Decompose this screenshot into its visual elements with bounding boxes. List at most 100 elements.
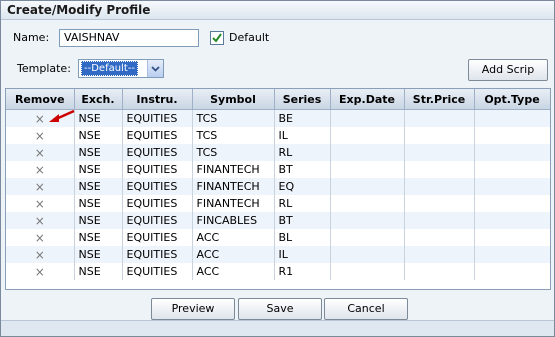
cell-instru: EQUITIES [122, 144, 193, 161]
col-header-series[interactable]: Series [274, 89, 331, 110]
table-row[interactable]: × NSE EQUITIES TCS IL [6, 127, 550, 144]
cell-symbol: TCS [192, 127, 275, 144]
name-row: Name: Default [13, 29, 553, 49]
cell-instru: EQUITIES [122, 263, 193, 280]
save-button[interactable]: Save [238, 298, 322, 320]
cell-symbol: TCS [192, 109, 275, 127]
cell-exch: NSE [74, 212, 123, 229]
cell-exch: NSE [74, 246, 123, 263]
cell-exp-date [330, 178, 405, 195]
cell-opt-type [474, 263, 550, 280]
cell-instru: EQUITIES [122, 212, 193, 229]
cell-exch: NSE [74, 195, 123, 212]
cell-str-price [404, 212, 475, 229]
cell-series: R1 [274, 263, 331, 280]
cell-instru: EQUITIES [122, 229, 193, 246]
cell-str-price [404, 109, 475, 127]
cell-series: BT [274, 161, 331, 178]
cell-str-price [404, 144, 475, 161]
cell-opt-type [474, 246, 550, 263]
checkmark-icon [212, 33, 222, 43]
template-select[interactable]: --Default-- [78, 59, 164, 78]
table-row[interactable]: × NSE EQUITIES ACC R1 [6, 263, 550, 280]
cell-str-price [404, 195, 475, 212]
cell-exp-date [330, 263, 405, 280]
cell-exp-date [330, 109, 405, 127]
scrip-grid: Remove Exch. Instru. Symbol Series Exp.D… [5, 88, 551, 290]
cell-series: RL [274, 144, 331, 161]
col-header-exp-date[interactable]: Exp.Date [330, 89, 405, 110]
name-label: Name: [13, 31, 50, 44]
cell-symbol: FINANTECH [192, 195, 275, 212]
cell-symbol: FINCABLES [192, 212, 275, 229]
col-header-str-price[interactable]: Str.Price [404, 89, 475, 110]
status-bar [1, 321, 554, 336]
cell-exp-date [330, 144, 405, 161]
remove-icon[interactable]: × [6, 161, 75, 178]
cell-instru: EQUITIES [122, 109, 193, 127]
table-row[interactable]: × NSE EQUITIES FINCABLES BT [6, 212, 550, 229]
remove-icon[interactable]: × [6, 212, 75, 229]
cell-str-price [404, 263, 475, 280]
cell-series: BT [274, 212, 331, 229]
cell-exch: NSE [74, 127, 123, 144]
cell-symbol: ACC [192, 263, 275, 280]
cell-series: BE [274, 109, 331, 127]
table-row[interactable]: × NSE EQUITIES FINANTECH BT [6, 161, 550, 178]
remove-icon[interactable]: × [6, 144, 75, 161]
cell-exch: NSE [74, 161, 123, 178]
remove-icon[interactable]: × [6, 195, 75, 212]
default-checkbox[interactable] [210, 31, 224, 45]
col-header-remove[interactable]: Remove [6, 89, 75, 110]
cancel-button[interactable]: Cancel [324, 298, 408, 320]
add-scrip-button[interactable]: Add Scrip [468, 59, 548, 81]
cell-instru: EQUITIES [122, 246, 193, 263]
cell-exp-date [330, 161, 405, 178]
cell-str-price [404, 161, 475, 178]
cell-exp-date [330, 212, 405, 229]
cell-instru: EQUITIES [122, 161, 193, 178]
cell-opt-type [474, 127, 550, 144]
table-header-row: Remove Exch. Instru. Symbol Series Exp.D… [6, 89, 550, 110]
table-row[interactable]: × NSE EQUITIES TCS BE [6, 109, 550, 127]
cell-exch: NSE [74, 263, 123, 280]
preview-button[interactable]: Preview [151, 298, 235, 320]
cell-symbol: TCS [192, 144, 275, 161]
cell-opt-type [474, 161, 550, 178]
cell-opt-type [474, 195, 550, 212]
table-row[interactable]: × NSE EQUITIES FINANTECH EQ [6, 178, 550, 195]
cell-str-price [404, 246, 475, 263]
cell-str-price [404, 229, 475, 246]
table-row[interactable]: × NSE EQUITIES TCS RL [6, 144, 550, 161]
remove-icon[interactable]: × [6, 263, 75, 280]
table-row[interactable]: × NSE EQUITIES ACC IL [6, 246, 550, 263]
name-input[interactable] [59, 29, 199, 47]
col-header-exch[interactable]: Exch. [74, 89, 123, 110]
cell-instru: EQUITIES [122, 178, 193, 195]
cell-opt-type [474, 144, 550, 161]
cell-series: IL [274, 246, 331, 263]
col-header-opt-type[interactable]: Opt.Type [474, 89, 550, 110]
template-label: Template: [17, 62, 71, 75]
template-selected-value: --Default-- [81, 61, 138, 76]
remove-icon[interactable]: × [6, 127, 75, 144]
table-row[interactable]: × NSE EQUITIES FINANTECH RL [6, 195, 550, 212]
remove-icon[interactable]: × [6, 178, 75, 195]
cell-symbol: FINANTECH [192, 178, 275, 195]
title-bar: Create/Modify Profile [1, 1, 554, 20]
cell-series: BL [274, 229, 331, 246]
cell-opt-type [474, 178, 550, 195]
cell-exp-date [330, 195, 405, 212]
template-row: Template: --Default-- Add Scrip [13, 59, 553, 81]
cell-opt-type [474, 229, 550, 246]
table-row[interactable]: × NSE EQUITIES ACC BL [6, 229, 550, 246]
col-header-instru[interactable]: Instru. [122, 89, 193, 110]
cell-series: IL [274, 127, 331, 144]
cell-exp-date [330, 229, 405, 246]
remove-icon[interactable]: × [6, 229, 75, 246]
cell-symbol: FINANTECH [192, 161, 275, 178]
cell-instru: EQUITIES [122, 127, 193, 144]
chevron-down-icon[interactable] [147, 60, 163, 77]
col-header-symbol[interactable]: Symbol [192, 89, 275, 110]
remove-icon[interactable]: × [6, 246, 75, 263]
